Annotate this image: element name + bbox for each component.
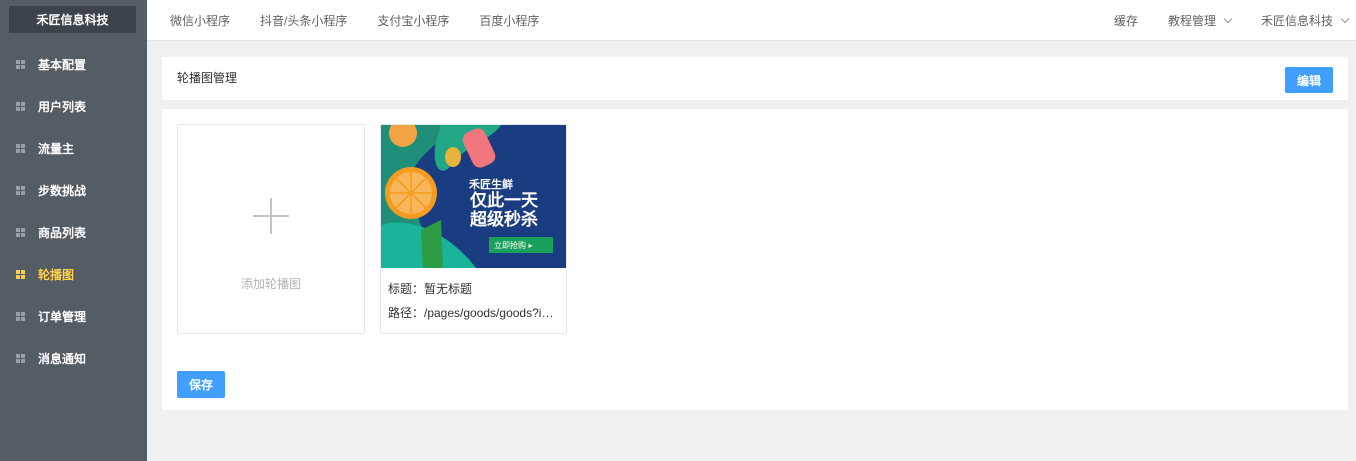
grid-icon	[16, 311, 25, 321]
top-right-menu: 缓存 教程管理 禾匠信息科技	[1084, 0, 1350, 41]
account-label: 禾匠信息科技	[1260, 14, 1333, 28]
sidebar-item-label: 订单管理	[38, 309, 87, 324]
add-banner-tile[interactable]: 添加轮播图	[177, 124, 365, 334]
grid-icon	[16, 101, 25, 111]
grid-icon	[16, 353, 25, 363]
top-bar: 微信小程序 抖音/头条小程序 支付宝小程序 百度小程序 缓存 教程管理 禾匠信息…	[147, 0, 1356, 41]
cache-label: 缓存	[1113, 14, 1138, 28]
page-title: 轮播图管理	[177, 71, 238, 85]
banner-panel: 添加轮播图 禾匠生鲜 仅此一天 超级秒杀 立即抢购 ▸ 标题：暂无标题 路径：/…	[162, 109, 1348, 410]
tab-douyin[interactable]: 抖音/头条小程序	[260, 12, 347, 29]
tab-alipay[interactable]: 支付宝小程序	[377, 12, 449, 29]
banner-brand-text: 禾匠生鲜	[469, 177, 513, 191]
banner-path: 路径：/pages/goods/goods?id=1	[388, 306, 560, 320]
cache-link[interactable]: 缓存	[1114, 12, 1138, 29]
sidebar-item-label: 步数挑战	[38, 183, 87, 198]
save-button[interactable]: 保存	[177, 371, 225, 398]
edit-button[interactable]: 编辑	[1285, 67, 1333, 93]
tutorial-dropdown[interactable]: 教程管理	[1167, 12, 1233, 29]
platform-tabs: 微信小程序 抖音/头条小程序 支付宝小程序 百度小程序	[170, 0, 569, 41]
sidebar-item-label: 流量主	[38, 141, 75, 156]
banner-headline-2: 超级秒杀	[470, 209, 538, 230]
chevron-down-icon	[1223, 14, 1233, 23]
brand-logo: 禾匠信息科技	[9, 6, 136, 33]
sidebar-menu: 基本配置 用户列表 流量主 步数挑战 商品列表 轮播图 订单管理 消息通知	[0, 43, 147, 379]
banner-image: 禾匠生鲜 仅此一天 超级秒杀 立即抢购 ▸	[381, 125, 566, 268]
sidebar-item-traffic[interactable]: 流量主	[0, 127, 147, 169]
sidebar-item-label: 消息通知	[38, 351, 87, 366]
sidebar-item-banner[interactable]: 轮播图	[0, 253, 147, 295]
sidebar-item-label: 轮播图	[38, 267, 75, 282]
add-banner-label: 添加轮播图	[240, 277, 301, 291]
banner-card[interactable]: 禾匠生鲜 仅此一天 超级秒杀 立即抢购 ▸ 标题：暂无标题 路径：/pages/…	[380, 124, 567, 334]
sidebar-item-notifications[interactable]: 消息通知	[0, 337, 147, 379]
plus-icon	[253, 198, 289, 234]
sidebar-item-label: 商品列表	[38, 225, 87, 240]
banner-title: 标题：暂无标题	[388, 282, 473, 296]
sidebar-item-user-list[interactable]: 用户列表	[0, 85, 147, 127]
account-dropdown[interactable]: 禾匠信息科技	[1260, 12, 1350, 29]
sidebar-item-label: 基本配置	[38, 57, 87, 72]
tab-wechat[interactable]: 微信小程序	[170, 12, 230, 29]
chevron-down-icon	[1340, 14, 1350, 23]
sidebar-item-orders[interactable]: 订单管理	[0, 295, 147, 337]
page-header: 轮播图管理 编辑	[162, 57, 1348, 100]
sidebar-item-label: 用户列表	[38, 99, 87, 114]
tutorial-label: 教程管理	[1167, 14, 1216, 28]
banner-headline-1: 仅此一天	[469, 190, 539, 211]
grid-icon	[16, 185, 25, 195]
grid-icon	[16, 269, 25, 279]
sidebar-item-goods-list[interactable]: 商品列表	[0, 211, 147, 253]
banner-meta: 标题：暂无标题 路径：/pages/goods/goods?id=1	[388, 277, 560, 325]
banner-cta-text: 立即抢购 ▸	[494, 240, 533, 250]
sidebar-item-basic-config[interactable]: 基本配置	[0, 43, 147, 85]
grid-icon	[16, 143, 25, 153]
grid-icon	[16, 59, 25, 69]
sidebar: 禾匠信息科技 基本配置 用户列表 流量主 步数挑战 商品列表 轮播图 订单管理	[0, 0, 147, 461]
tab-baidu[interactable]: 百度小程序	[479, 12, 539, 29]
sidebar-item-step-challenge[interactable]: 步数挑战	[0, 169, 147, 211]
grid-icon	[16, 227, 25, 237]
